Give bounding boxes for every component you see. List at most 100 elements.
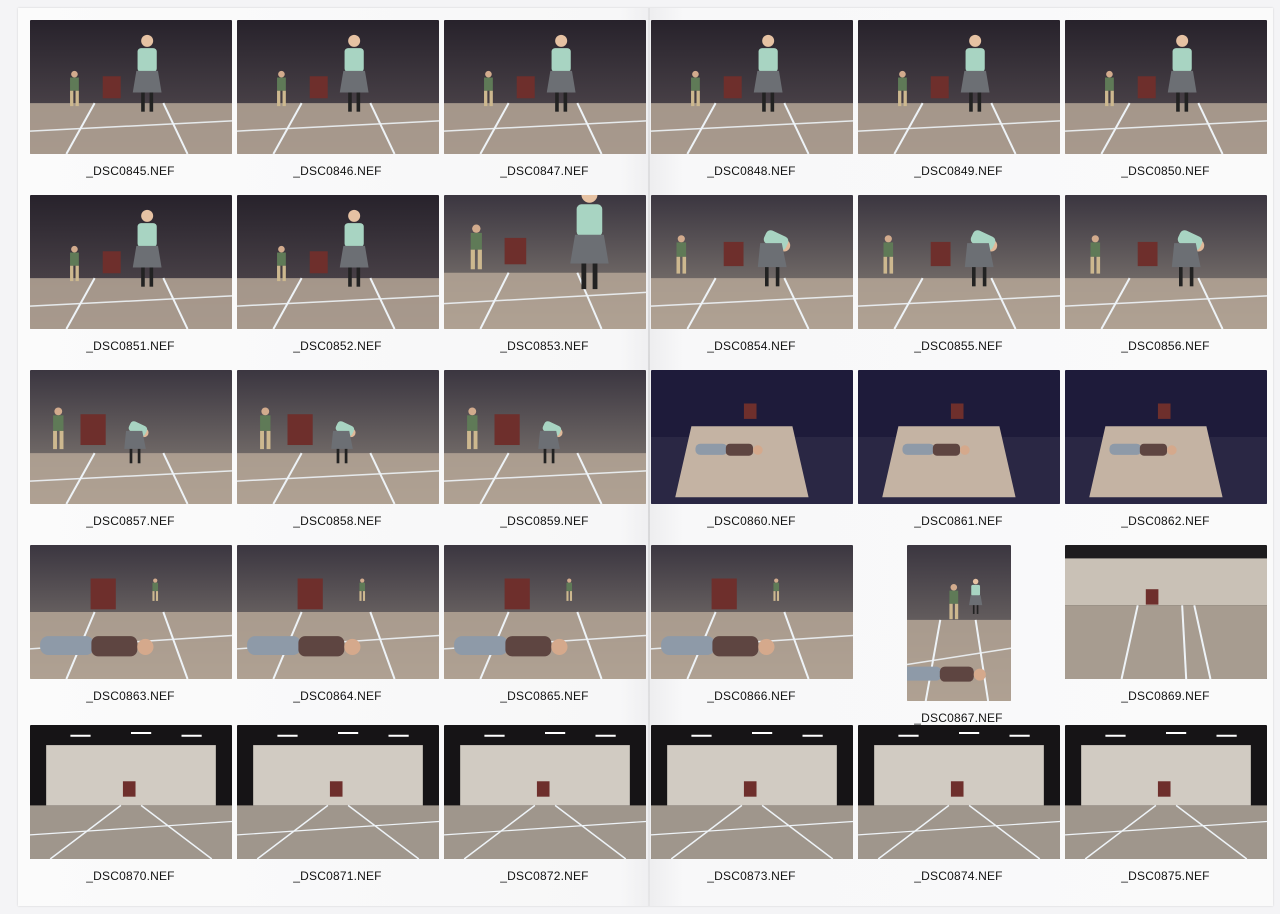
thumbnail-photo[interactable] — [650, 725, 853, 859]
photo-scene — [236, 20, 439, 154]
thumbnail-photo[interactable] — [29, 195, 232, 329]
frame-cell[interactable]: _DSC0867.NEF — [856, 545, 1061, 725]
photo-scene — [443, 20, 646, 154]
frame-cell[interactable]: _DSC0854.NEF — [649, 195, 854, 370]
frame-filename-label: _DSC0855.NEF — [914, 339, 1003, 353]
thumbnail-photo[interactable] — [443, 545, 646, 679]
frame-filename-label: _DSC0845.NEF — [86, 164, 175, 178]
frame-filename-label: _DSC0854.NEF — [707, 339, 796, 353]
thumbnail-photo[interactable] — [29, 545, 232, 679]
frame-cell[interactable]: _DSC0849.NEF — [856, 20, 1061, 195]
thumbnail-photo[interactable] — [1064, 20, 1267, 154]
frame-cell[interactable]: _DSC0872.NEF — [442, 725, 647, 900]
frame-cell[interactable]: _DSC0856.NEF — [1063, 195, 1268, 370]
thumbnail-photo[interactable] — [443, 195, 646, 329]
frame-filename-label: _DSC0850.NEF — [1121, 164, 1210, 178]
thumbnail-photo[interactable] — [236, 370, 439, 504]
frame-filename-label: _DSC0849.NEF — [914, 164, 1003, 178]
photo-scene — [443, 725, 646, 859]
frame-filename-label: _DSC0853.NEF — [500, 339, 589, 353]
frame-cell[interactable]: _DSC0869.NEF — [1063, 545, 1268, 725]
thumbnail-photo[interactable] — [650, 195, 853, 329]
frame-filename-label: _DSC0873.NEF — [707, 869, 796, 883]
frame-cell[interactable]: _DSC0862.NEF — [1063, 370, 1268, 545]
thumbnail-photo[interactable] — [236, 545, 439, 679]
thumbnail-photo[interactable] — [29, 370, 232, 504]
photo-scene — [650, 195, 853, 329]
frame-cell[interactable]: _DSC0857.NEF — [28, 370, 233, 545]
frame-cell[interactable]: _DSC0851.NEF — [28, 195, 233, 370]
frame-cell[interactable]: _DSC0858.NEF — [235, 370, 440, 545]
frame-cell[interactable]: _DSC0859.NEF — [442, 370, 647, 545]
frame-cell[interactable]: _DSC0874.NEF — [856, 725, 1061, 900]
thumbnail-photo[interactable] — [443, 20, 646, 154]
thumbnail-photo[interactable] — [650, 20, 853, 154]
thumbnail-photo[interactable] — [857, 20, 1060, 154]
photo-scene — [857, 370, 1060, 504]
frame-cell[interactable]: _DSC0860.NEF — [649, 370, 854, 545]
frame-filename-label: _DSC0859.NEF — [500, 514, 589, 528]
frame-filename-label: _DSC0856.NEF — [1121, 339, 1210, 353]
frame-filename-label: _DSC0867.NEF — [914, 711, 1003, 725]
frame-filename-label: _DSC0852.NEF — [293, 339, 382, 353]
thumbnail-photo[interactable] — [29, 20, 232, 154]
frame-filename-label: _DSC0865.NEF — [500, 689, 589, 703]
thumbnail-photo[interactable] — [1064, 195, 1267, 329]
frame-cell[interactable]: _DSC0845.NEF — [28, 20, 233, 195]
photo-scene — [29, 195, 232, 329]
frame-filename-label: _DSC0871.NEF — [293, 869, 382, 883]
photo-scene — [29, 725, 232, 859]
frame-cell[interactable]: _DSC0861.NEF — [856, 370, 1061, 545]
thumbnail-photo[interactable] — [236, 20, 439, 154]
frame-cell[interactable]: _DSC0853.NEF — [442, 195, 647, 370]
thumbnail-photo[interactable] — [443, 370, 646, 504]
thumbnail-photo[interactable] — [1064, 725, 1267, 859]
thumbnail-photo[interactable] — [857, 370, 1060, 504]
frame-cell[interactable]: _DSC0871.NEF — [235, 725, 440, 900]
photo-scene — [1064, 725, 1267, 859]
thumbnail-photo[interactable] — [857, 195, 1060, 329]
photo-scene — [650, 725, 853, 859]
frame-cell[interactable]: _DSC0852.NEF — [235, 195, 440, 370]
thumbnail-photo[interactable] — [1064, 370, 1267, 504]
frame-filename-label: _DSC0866.NEF — [707, 689, 796, 703]
contact-sheet-grid: _DSC0845.NEF _DSC0846.NEF _DSC0847.NEF _… — [28, 20, 1268, 900]
photo-scene — [1064, 20, 1267, 154]
photo-scene — [650, 545, 853, 679]
thumbnail-photo[interactable] — [650, 545, 853, 679]
frame-cell[interactable]: _DSC0873.NEF — [649, 725, 854, 900]
thumbnail-photo[interactable] — [1064, 545, 1267, 679]
frame-filename-label: _DSC0869.NEF — [1121, 689, 1210, 703]
frame-filename-label: _DSC0860.NEF — [707, 514, 796, 528]
frame-cell[interactable]: _DSC0875.NEF — [1063, 725, 1268, 900]
photo-scene — [29, 545, 232, 679]
frame-cell[interactable]: _DSC0863.NEF — [28, 545, 233, 725]
photo-scene — [650, 20, 853, 154]
thumbnail-photo[interactable] — [443, 725, 646, 859]
photo-scene — [906, 545, 1011, 701]
frame-cell[interactable]: _DSC0850.NEF — [1063, 20, 1268, 195]
frame-cell[interactable]: _DSC0865.NEF — [442, 545, 647, 725]
frame-filename-label: _DSC0874.NEF — [914, 869, 1003, 883]
frame-cell[interactable]: _DSC0855.NEF — [856, 195, 1061, 370]
thumbnail-photo[interactable] — [650, 370, 853, 504]
photo-scene — [29, 20, 232, 154]
thumbnail-photo[interactable] — [236, 725, 439, 859]
frame-cell[interactable]: _DSC0870.NEF — [28, 725, 233, 900]
thumbnail-photo[interactable] — [29, 725, 232, 859]
frame-filename-label: _DSC0851.NEF — [86, 339, 175, 353]
frame-cell[interactable]: _DSC0848.NEF — [649, 20, 854, 195]
frame-cell[interactable]: _DSC0847.NEF — [442, 20, 647, 195]
frame-filename-label: _DSC0870.NEF — [86, 869, 175, 883]
frame-cell[interactable]: _DSC0866.NEF — [649, 545, 854, 725]
frame-cell[interactable]: _DSC0846.NEF — [235, 20, 440, 195]
thumbnail-photo[interactable] — [857, 725, 1060, 859]
thumbnail-photo[interactable] — [236, 195, 439, 329]
photo-scene — [236, 545, 439, 679]
frame-filename-label: _DSC0858.NEF — [293, 514, 382, 528]
frame-filename-label: _DSC0875.NEF — [1121, 869, 1210, 883]
frame-filename-label: _DSC0857.NEF — [86, 514, 175, 528]
photo-scene — [236, 195, 439, 329]
frame-cell[interactable]: _DSC0864.NEF — [235, 545, 440, 725]
thumbnail-photo[interactable] — [906, 545, 1011, 701]
